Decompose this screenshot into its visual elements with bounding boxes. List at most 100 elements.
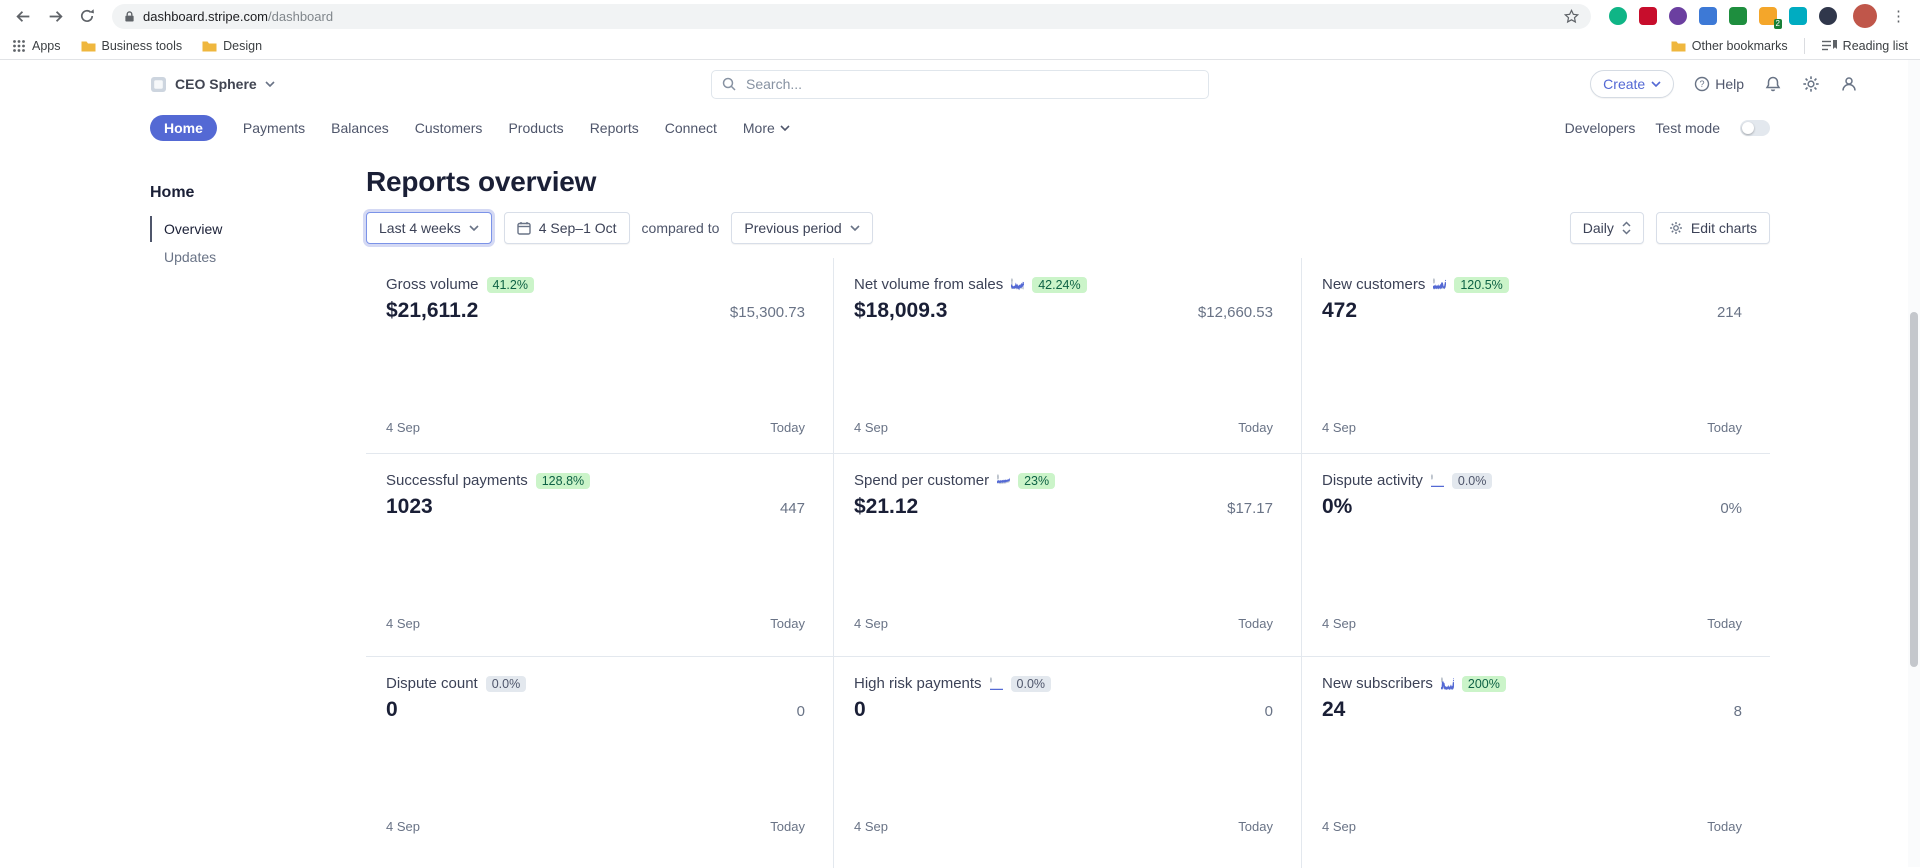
bell-icon <box>1764 75 1782 93</box>
x-label-end: Today <box>1238 616 1273 631</box>
notifications-button[interactable] <box>1764 75 1782 93</box>
info-icon[interactable] <box>1011 278 1024 291</box>
profile-avatar[interactable] <box>1853 4 1877 28</box>
other-bookmarks[interactable]: Other bookmarks <box>1671 39 1788 53</box>
date-range-select[interactable]: Last 4 weeks <box>366 212 492 244</box>
metric-card-spend-per-customer[interactable]: Spend per customer 23% $21.12 $17.17 4 S… <box>834 454 1302 657</box>
chevron-down-icon <box>265 81 275 87</box>
apps-label: Apps <box>32 39 61 53</box>
extension-yellow-folder-icon[interactable]: 2 <box>1759 7 1777 25</box>
sidebar-item-updates[interactable]: Updates <box>150 244 366 270</box>
tab-home[interactable]: Home <box>150 115 217 141</box>
info-icon[interactable] <box>1433 278 1446 291</box>
compared-to-label: compared to <box>642 220 720 236</box>
metric-card-dispute-activity[interactable]: Dispute activity 0.0% 0% 0% 4 Sep Today <box>1302 454 1770 657</box>
extension-navy-icon[interactable] <box>1819 7 1837 25</box>
tab-reports[interactable]: Reports <box>590 120 639 136</box>
reading-list[interactable]: Reading list <box>1821 39 1908 53</box>
bookmark-star-icon[interactable] <box>1564 9 1579 24</box>
date-range-text: 4 Sep–1 Oct <box>539 220 617 236</box>
other-bookmarks-label: Other bookmarks <box>1692 39 1788 53</box>
gear-icon <box>1802 75 1820 93</box>
refresh-button[interactable] <box>72 1 102 31</box>
metric-card-high-risk-payments[interactable]: High risk payments 0.0% 0 0 4 Sep Today <box>834 657 1302 868</box>
folder-icon <box>1671 40 1686 52</box>
card-title: Dispute activity <box>1322 472 1423 489</box>
nav-tabs: Home Payments Balances Customers Products Rep… <box>150 115 790 141</box>
tab-label: Reports <box>590 120 639 136</box>
metric-card-dispute-count[interactable]: Dispute count 0.0% 0 0 4 Sep Today <box>366 657 834 868</box>
url-path: /dashboard <box>268 9 333 24</box>
tab-customers[interactable]: Customers <box>415 120 483 136</box>
metric-card-new-subscribers[interactable]: New subscribers 200% 24 8 4 Sep Today <box>1302 657 1770 868</box>
card-previous-value: 447 <box>780 500 805 517</box>
card-value: $18,009.3 <box>854 299 947 323</box>
info-icon[interactable] <box>997 474 1010 487</box>
tab-label: Balances <box>331 120 389 136</box>
metric-card-new-customers[interactable]: New customers 120.5% 472 214 4 Sep Today <box>1302 258 1770 454</box>
tab-connect[interactable]: Connect <box>665 120 717 136</box>
search-input[interactable] <box>744 75 1198 93</box>
sparkline-chart <box>386 728 805 816</box>
date-range-button[interactable]: 4 Sep–1 Oct <box>504 212 630 244</box>
tab-label: Customers <box>415 120 483 136</box>
tab-balances[interactable]: Balances <box>331 120 389 136</box>
tab-payments[interactable]: Payments <box>243 120 305 136</box>
card-title: High risk payments <box>854 675 982 692</box>
tab-products[interactable]: Products <box>508 120 563 136</box>
card-previous-value: 214 <box>1717 304 1742 321</box>
metric-card-gross-volume[interactable]: Gross volume 41.2% $21,611.2 $15,300.73 … <box>366 258 834 454</box>
x-label-start: 4 Sep <box>1322 616 1356 631</box>
interval-select[interactable]: Daily <box>1570 212 1644 244</box>
bookmark-folder-design[interactable]: Design <box>202 39 262 53</box>
metric-card-successful-payments[interactable]: Successful payments 128.8% 1023 447 4 Se… <box>366 454 834 657</box>
card-title: Net volume from sales <box>854 276 1003 293</box>
page-title: Reports overview <box>366 166 1920 198</box>
chevron-down-icon <box>780 125 790 131</box>
extension-teal-green-icon[interactable] <box>1609 7 1627 25</box>
search-bar[interactable] <box>711 70 1209 99</box>
info-icon[interactable] <box>1441 677 1454 690</box>
extension-blue-icon[interactable] <box>1699 7 1717 25</box>
search-icon <box>722 77 736 91</box>
page-scrollbar[interactable] <box>1908 60 1920 867</box>
change-badge: 23% <box>1018 473 1055 489</box>
forward-button[interactable] <box>40 1 70 31</box>
card-previous-value: $12,660.53 <box>1198 304 1273 321</box>
test-mode-toggle[interactable] <box>1740 120 1770 136</box>
account-switcher[interactable]: CEO Sphere <box>150 76 275 93</box>
card-value: 1023 <box>386 495 433 519</box>
address-bar[interactable]: dashboard.stripe.com/dashboard <box>112 4 1591 29</box>
browser-toolbar: dashboard.stripe.com/dashboard 2 ⋮ <box>0 0 1920 32</box>
help-button[interactable]: ? Help <box>1694 76 1744 92</box>
x-label-end: Today <box>770 616 805 631</box>
sidebar-item-overview[interactable]: Overview <box>150 216 366 242</box>
developers-link[interactable]: Developers <box>1565 120 1636 136</box>
scrollbar-thumb[interactable] <box>1910 312 1918 667</box>
extension-green-icon[interactable] <box>1729 7 1747 25</box>
browser-menu-button[interactable]: ⋮ <box>1885 7 1912 25</box>
extension-red-adblock-icon[interactable] <box>1639 7 1657 25</box>
extension-purple-icon[interactable] <box>1669 7 1687 25</box>
sparkline-chart <box>854 728 1273 816</box>
info-icon[interactable] <box>990 677 1003 690</box>
settings-button[interactable] <box>1802 75 1820 93</box>
apps-shortcut[interactable]: Apps <box>12 39 61 53</box>
sparkline-chart <box>854 525 1273 613</box>
metric-card-net-volume-from-sales[interactable]: Net volume from sales 42.24% $18,009.3 $… <box>834 258 1302 454</box>
bookmark-folder-business-tools[interactable]: Business tools <box>81 39 183 53</box>
tab-more[interactable]: More <box>743 120 790 136</box>
card-previous-value: 0 <box>797 703 805 720</box>
profile-button[interactable] <box>1840 75 1858 93</box>
tab-label: Connect <box>665 120 717 136</box>
info-icon[interactable] <box>1431 474 1444 487</box>
back-button[interactable] <box>8 1 38 31</box>
extension-cyan-icon[interactable] <box>1789 7 1807 25</box>
gear-icon <box>1669 221 1683 235</box>
create-button[interactable]: Create <box>1590 70 1674 98</box>
edit-charts-button[interactable]: Edit charts <box>1656 212 1770 244</box>
compare-select[interactable]: Previous period <box>731 212 872 244</box>
x-label-start: 4 Sep <box>386 616 420 631</box>
x-label-end: Today <box>1707 819 1742 834</box>
apps-grid-icon <box>12 39 26 53</box>
